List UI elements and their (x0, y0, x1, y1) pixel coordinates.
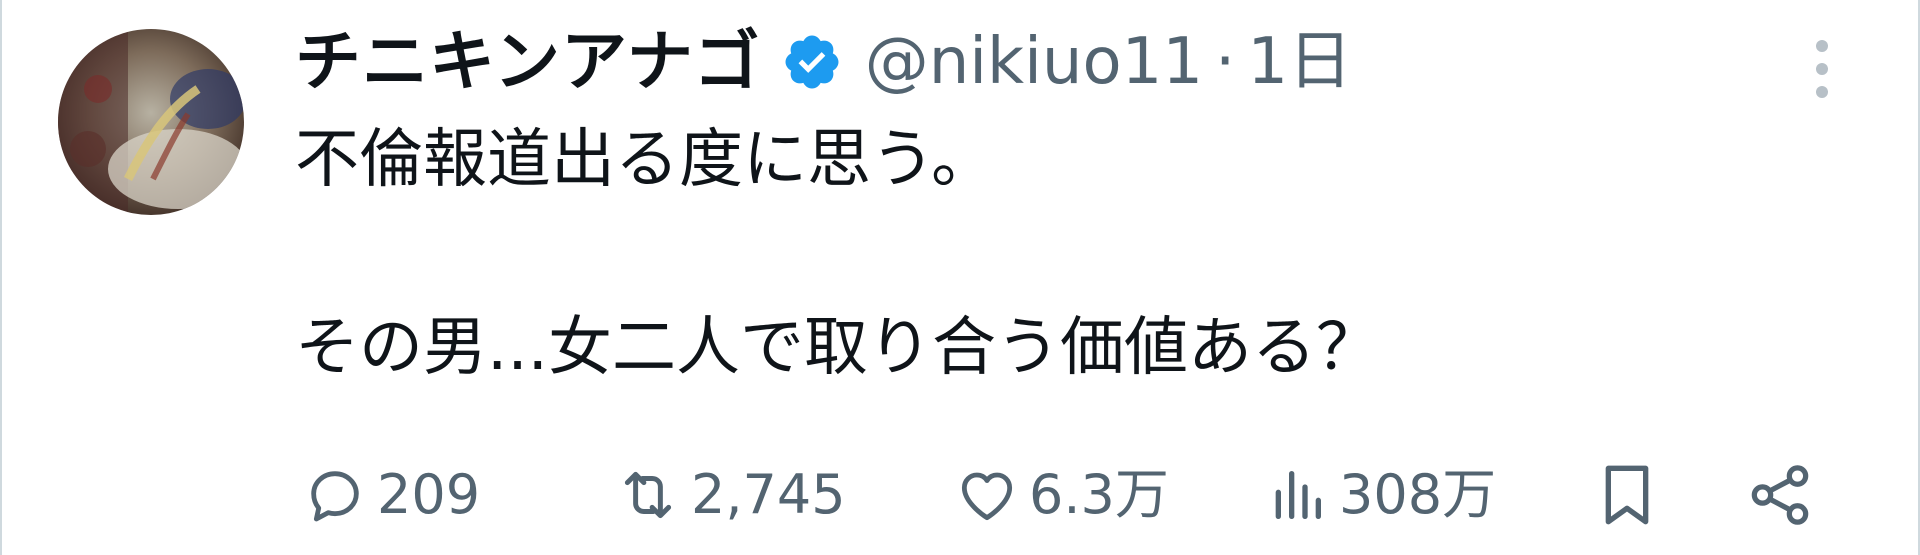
heart-icon (961, 472, 1013, 521)
retweet-button[interactable]: 2,745 (615, 450, 846, 540)
like-count: 6.3万 (1029, 463, 1169, 526)
verified-badge-icon[interactable] (781, 31, 843, 93)
like-button[interactable]: 6.3万 (955, 450, 1169, 540)
more-vertical-icon[interactable] (1802, 34, 1842, 104)
separator-dot: · (1215, 25, 1236, 99)
share-icon (1751, 465, 1809, 525)
tweet-text: 不倫報道出る度に思う。 その男...女二人で取り合う価値ある？ (295, 120, 1855, 388)
reply-button[interactable]: 209 (303, 450, 480, 540)
bookmark-button[interactable] (1595, 450, 1659, 540)
views-button[interactable]: 308万 (1265, 450, 1496, 540)
reply-icon (311, 471, 359, 522)
bookmark-icon (1605, 465, 1649, 525)
avatar-image (58, 29, 244, 215)
reply-count: 209 (377, 463, 481, 526)
retweet-count: 2,745 (691, 463, 846, 526)
user-handle[interactable]: @nikiuo11 (865, 30, 1203, 94)
retweet-icon (624, 471, 672, 519)
tweet-header: チニキンアナゴ @nikiuo11 · 1日 (295, 22, 1352, 102)
tweet-text-line: その男...女二人で取り合う価値ある？ (295, 311, 1381, 385)
tweet-text-line: 不倫報道出る度に思う。 (295, 123, 996, 197)
views-count: 308万 (1339, 463, 1497, 526)
views-chart-icon (1275, 471, 1321, 519)
display-name[interactable]: チニキンアナゴ (295, 29, 761, 95)
share-button[interactable] (1745, 450, 1815, 540)
tweet-card[interactable]: チニキンアナゴ @nikiuo11 · 1日 不倫報道出る度に思う。 その男..… (0, 0, 1920, 555)
timestamp[interactable]: 1日 (1247, 30, 1352, 94)
avatar[interactable] (58, 29, 244, 215)
action-bar: 209 2,745 6.3万 308万 (295, 450, 1855, 540)
